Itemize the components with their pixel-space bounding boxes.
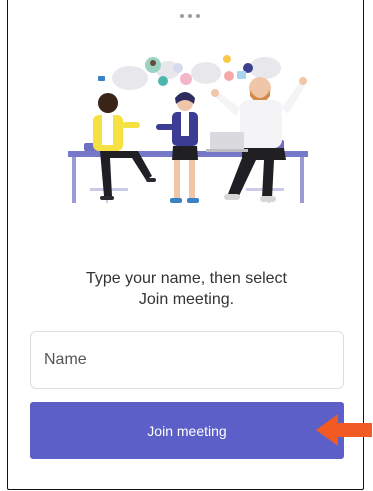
instructions-line-2: Join meeting.	[138, 291, 235, 308]
join-meeting-button[interactable]: Join meeting	[30, 402, 344, 459]
name-input[interactable]	[30, 331, 344, 389]
join-instructions: Type your name, then select Join meeting…	[0, 268, 373, 310]
sheet-handle-icon[interactable]	[180, 14, 200, 18]
arrow-left-icon	[316, 414, 372, 446]
meeting-illustration	[68, 55, 308, 203]
instructions-line-1: Type your name, then select	[86, 270, 287, 287]
